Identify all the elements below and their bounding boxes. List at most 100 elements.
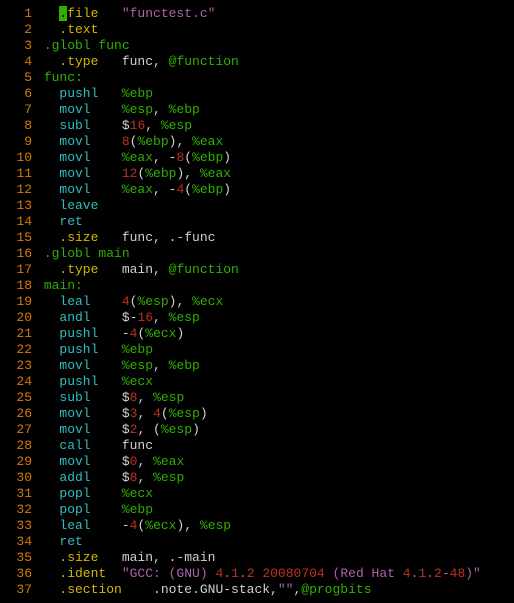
code-line-1: 1 .file "functest.c" bbox=[4, 6, 510, 22]
tok-reg: %ebp bbox=[122, 342, 153, 357]
code-line-33: 33 leal -4(%ecx), %esp bbox=[4, 518, 510, 534]
tok-reg: %esp bbox=[169, 310, 200, 325]
tok-pl: , bbox=[153, 358, 169, 373]
tok-pl: func, bbox=[122, 54, 169, 69]
tok-pl bbox=[36, 278, 44, 293]
tok-pl: ) bbox=[223, 182, 231, 197]
tok-dir: .size bbox=[59, 230, 121, 245]
tok-op: call bbox=[59, 438, 121, 453]
tok-dir: .ident bbox=[59, 566, 121, 581]
tok-pl bbox=[36, 390, 59, 405]
tok-reg: %esp bbox=[153, 470, 184, 485]
tok-pl: , bbox=[137, 406, 153, 421]
tok-reg: %eax bbox=[122, 182, 153, 197]
tok-pl bbox=[36, 70, 44, 85]
tok-str: )" bbox=[465, 566, 481, 581]
tok-pl: , bbox=[153, 310, 169, 325]
tok-pl bbox=[36, 182, 59, 197]
tok-pl bbox=[36, 582, 59, 597]
tok-pl bbox=[36, 86, 59, 101]
code-line-31: 31 popl %ecx bbox=[4, 486, 510, 502]
code-line-17: 17 .type main, @function bbox=[4, 262, 510, 278]
code-line-35: 35 .size main, .-main bbox=[4, 550, 510, 566]
tok-op: movl bbox=[59, 182, 121, 197]
code-line-5: 5 func: bbox=[4, 70, 510, 86]
tok-reg: %ebp bbox=[192, 150, 223, 165]
tok-reg: %eax bbox=[153, 454, 184, 469]
tok-num: 13 bbox=[4, 198, 32, 214]
code-line-9: 9 movl 8(%ebp), %eax bbox=[4, 134, 510, 150]
tok-pl bbox=[36, 502, 59, 517]
tok-num: 35 bbox=[4, 550, 32, 566]
code-line-11: 11 movl 12(%ebp), %eax bbox=[4, 166, 510, 182]
tok-pl: ), bbox=[176, 518, 199, 533]
tok-num: 18 bbox=[4, 278, 32, 294]
tok-op: popl bbox=[59, 502, 121, 517]
code-line-19: 19 leal 4(%esp), %ecx bbox=[4, 294, 510, 310]
tok-num: 5 bbox=[4, 70, 32, 86]
tok-num: 31 bbox=[4, 486, 32, 502]
tok-reg: %ebp bbox=[122, 86, 153, 101]
tok-str: "GCC: (GNU) bbox=[122, 566, 216, 581]
tok-pl: $ bbox=[122, 454, 130, 469]
tok-reg: @function bbox=[169, 54, 239, 69]
tok-red: 48 bbox=[450, 566, 466, 581]
tok-pl bbox=[36, 294, 59, 309]
tok-op: pushl bbox=[59, 326, 121, 341]
tok-pl: ( bbox=[161, 406, 169, 421]
tok-op: popl bbox=[59, 486, 121, 501]
tok-reg: .globl func bbox=[44, 38, 130, 53]
tok-reg: %esp bbox=[122, 358, 153, 373]
tok-pl: - bbox=[122, 518, 130, 533]
tok-pl bbox=[36, 518, 59, 533]
tok-reg: %esp bbox=[161, 118, 192, 133]
tok-pl: , bbox=[137, 470, 153, 485]
tok-str: . bbox=[223, 566, 231, 581]
tok-pl bbox=[36, 134, 59, 149]
tok-op: leal bbox=[59, 518, 121, 533]
tok-reg: func: bbox=[44, 70, 83, 85]
tok-dir: .size bbox=[59, 550, 121, 565]
tok-num: 32 bbox=[4, 502, 32, 518]
tok-num: 27 bbox=[4, 422, 32, 438]
tok-op: movl bbox=[59, 406, 121, 421]
tok-pl bbox=[36, 566, 59, 581]
tok-op: pushl bbox=[59, 86, 121, 101]
tok-op: movl bbox=[59, 358, 121, 373]
tok-pl bbox=[36, 54, 59, 69]
tok-pl: , bbox=[137, 454, 153, 469]
tok-reg: %ebp bbox=[137, 134, 168, 149]
tok-pl bbox=[36, 438, 59, 453]
tok-op: subl bbox=[59, 118, 121, 133]
tok-num: 21 bbox=[4, 326, 32, 342]
tok-red: 16 bbox=[137, 310, 153, 325]
tok-reg: %esp bbox=[153, 390, 184, 405]
tok-pl: - bbox=[122, 326, 130, 341]
assembly-code-view: 1 .file "functest.c" 2 .text 3 .globl fu… bbox=[4, 6, 510, 598]
tok-pl bbox=[36, 6, 59, 21]
tok-pl bbox=[36, 22, 59, 37]
tok-num: 15 bbox=[4, 230, 32, 246]
tok-num: 30 bbox=[4, 470, 32, 486]
tok-op: movl bbox=[59, 166, 121, 181]
tok-reg: %ecx bbox=[192, 294, 223, 309]
tok-num: 36 bbox=[4, 566, 32, 582]
tok-pl: func bbox=[122, 438, 153, 453]
tok-pl bbox=[36, 454, 59, 469]
code-line-36: 36 .ident "GCC: (GNU) 4.1.2 20080704 (Re… bbox=[4, 566, 510, 582]
tok-pl: ), bbox=[176, 166, 199, 181]
tok-reg: @function bbox=[169, 262, 239, 277]
tok-pl: .note.GNU-stack, bbox=[153, 582, 278, 597]
tok-num: 28 bbox=[4, 438, 32, 454]
tok-red: 8 bbox=[122, 134, 130, 149]
tok-pl bbox=[36, 342, 59, 357]
tok-red: 20080704 bbox=[262, 566, 324, 581]
tok-pl bbox=[36, 422, 59, 437]
tok-pl bbox=[36, 38, 44, 53]
tok-num: 10 bbox=[4, 150, 32, 166]
tok-op: movl bbox=[59, 422, 121, 437]
tok-reg: %esp bbox=[200, 518, 231, 533]
tok-op: movl bbox=[59, 134, 121, 149]
code-line-14: 14 ret bbox=[4, 214, 510, 230]
tok-num: 29 bbox=[4, 454, 32, 470]
